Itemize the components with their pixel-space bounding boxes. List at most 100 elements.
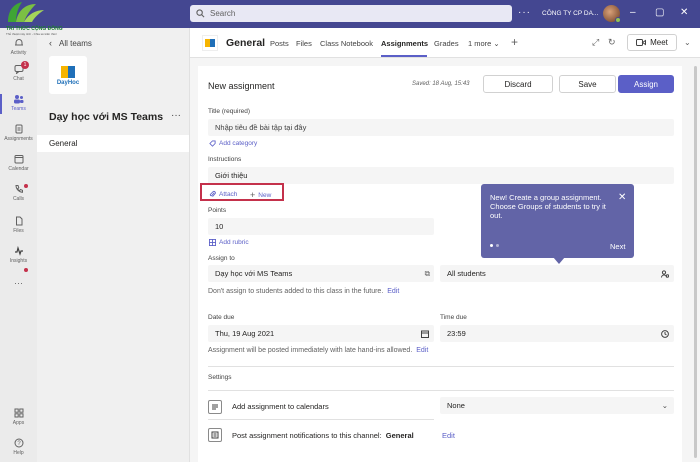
notify-setting-row: Post assignment notifications to this ch…	[232, 431, 414, 440]
rail-label: Files	[13, 228, 24, 234]
avatar[interactable]	[603, 5, 621, 23]
pager-dot	[496, 244, 499, 247]
watermark-logo: TRI THỨC CỘNG ĐỒNG Thủ thuật máy tính - …	[0, 0, 63, 36]
search-input[interactable]: Search	[190, 5, 512, 22]
time-due-label: Time due	[440, 314, 467, 321]
tab-assignments[interactable]: Assignments	[381, 39, 428, 48]
tooltip-next-button[interactable]: Next	[610, 242, 625, 251]
rail-label: Apps	[12, 420, 25, 426]
rail-item-assignments[interactable]: Assignments	[0, 124, 37, 142]
all-teams-link[interactable]: ‹ All teams	[49, 38, 92, 48]
assignments-icon	[15, 124, 22, 134]
person-settings-icon	[661, 270, 669, 278]
meet-dropdown-chevron[interactable]: ⌄	[684, 38, 691, 47]
notify-channel-name: General	[385, 431, 414, 440]
calendar-select-value: None	[447, 401, 465, 410]
meet-button[interactable]: Meet	[627, 34, 677, 51]
add-category-link[interactable]: Add category	[209, 140, 257, 147]
insights-notification-dot	[24, 268, 28, 272]
video-camera-icon	[636, 39, 647, 46]
expand-icon[interactable]: ⤢	[592, 37, 599, 48]
date-due-label: Date due	[208, 314, 235, 321]
date-due-input[interactable]: Thu, 19 Aug 2021	[208, 325, 434, 342]
tab-class-notebook[interactable]: Class Notebook	[320, 39, 373, 48]
team-more-button[interactable]: ···	[171, 110, 181, 121]
watermark-subtitle: Thủ thuật máy tính - Chia sẻ kiến thức	[6, 32, 58, 36]
assign-students-select[interactable]: All students	[440, 265, 674, 282]
tooltip-close-button[interactable]: ✕	[618, 192, 626, 203]
rubric-icon	[209, 239, 216, 246]
attach-new-highlight	[200, 183, 284, 201]
title-bar: Search ··· CÔNG TY CP DA... – ▢ ✕	[0, 0, 700, 28]
rail-label: Calendar	[8, 166, 29, 172]
minimize-button[interactable]: –	[630, 7, 636, 18]
edit-posting-link[interactable]: Edit	[416, 347, 428, 354]
channel-item-general[interactable]: General	[37, 135, 189, 152]
channel-title: General	[226, 37, 266, 49]
assign-class-select[interactable]: Dạy học với MS Teams ⧉	[208, 265, 434, 282]
title-input[interactable]: Nhập tiêu đề bài tập tại đây	[208, 119, 674, 136]
refresh-icon[interactable]: ↻	[608, 37, 616, 48]
settings-row-divider	[208, 419, 434, 420]
team-name: Dạy học với MS Teams	[49, 111, 164, 123]
add-rubric-link[interactable]: Add rubric	[209, 239, 249, 246]
assign-students-value: All students	[447, 269, 486, 278]
rail-label: Assignments	[4, 136, 33, 142]
notify-setting-label: Post assignment notifications to this ch…	[232, 431, 382, 440]
close-button[interactable]: ✕	[680, 7, 688, 18]
points-input[interactable]: 10	[208, 218, 434, 235]
meet-label: Meet	[650, 38, 668, 47]
save-button[interactable]: Save	[559, 75, 616, 93]
tab-posts[interactable]: Posts	[270, 39, 289, 48]
form-heading: New assignment	[208, 81, 275, 91]
tab-grades[interactable]: Grades	[434, 39, 459, 48]
edit-notify-link[interactable]: Edit	[442, 431, 455, 440]
chevron-left-icon: ‹	[49, 38, 52, 48]
rail-item-calendar[interactable]: Calendar	[0, 154, 37, 172]
edit-students-link[interactable]: Edit	[387, 288, 399, 295]
search-icon	[196, 9, 205, 18]
copy-icon[interactable]: ⧉	[425, 265, 430, 282]
settings-divider	[208, 390, 674, 391]
calendar-select[interactable]: None ⌄	[440, 397, 674, 414]
maximize-button[interactable]: ▢	[655, 7, 664, 18]
time-due-value: 23:59	[447, 329, 466, 338]
rail-item-files[interactable]: Files	[0, 216, 37, 234]
discard-button[interactable]: Discard	[483, 75, 553, 93]
calendar-icon	[14, 155, 23, 164]
tab-more[interactable]: 1 more ⌄	[468, 39, 500, 48]
tab-files[interactable]: Files	[296, 39, 312, 48]
notify-setting-icon	[208, 428, 222, 442]
calendar-list-icon	[212, 404, 218, 410]
rail-item-help[interactable]: ? Help	[0, 438, 37, 456]
chat-badge: 1	[21, 61, 29, 69]
leaf-logo-icon	[8, 2, 44, 22]
saved-status: Saved: 18 Aug, 15:43	[412, 81, 470, 87]
dayhoc-logo-icon	[205, 39, 215, 47]
company-name[interactable]: CÔNG TY CP DA...	[542, 10, 598, 17]
post-icon	[211, 431, 219, 439]
apps-icon	[14, 408, 24, 418]
all-teams-label: All teams	[59, 38, 92, 48]
add-tab-button[interactable]: +	[511, 35, 518, 49]
rail-item-teams[interactable]: Teams	[0, 94, 37, 114]
rail-item-calls[interactable]: Calls	[0, 184, 37, 202]
rail-item-apps[interactable]: Apps	[0, 408, 37, 426]
more-options-button[interactable]: ···	[518, 7, 531, 18]
instructions-input[interactable]: Giới thiệu	[208, 167, 674, 184]
rail-item-activity[interactable]: Activity	[0, 38, 37, 56]
calls-notification-dot	[24, 184, 28, 188]
assign-button[interactable]: Assign	[618, 75, 674, 93]
app-rail: Activity Chat 1 Teams Assignments Calend…	[0, 28, 37, 462]
rail-item-chat[interactable]: Chat 1	[0, 61, 37, 82]
scrollbar[interactable]	[694, 66, 697, 458]
rail-item-more[interactable]: ···	[0, 278, 37, 288]
presence-indicator	[615, 17, 621, 23]
time-due-input[interactable]: 23:59	[440, 325, 674, 342]
tag-icon	[209, 140, 216, 147]
help-icon: ?	[14, 438, 23, 448]
chevron-down-icon: ⌄	[661, 401, 668, 410]
title-label: Title (required)	[208, 108, 251, 115]
posted-note: Assignment will be posted immediately wi…	[208, 347, 428, 354]
rail-item-insights[interactable]: Insights	[0, 246, 37, 272]
